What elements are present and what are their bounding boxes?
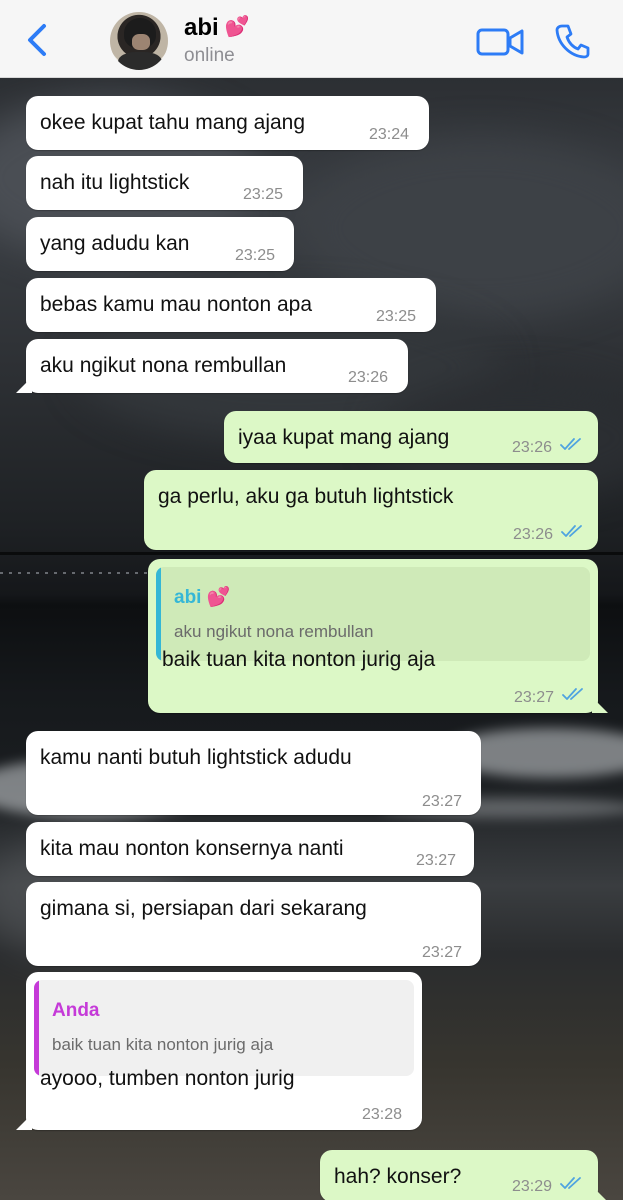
outgoing-message-bubble[interactable]: abi 💕 aku ngikut nona rembullan baik tuan … — [148, 559, 608, 713]
read-receipt-icon — [561, 525, 582, 537]
message-text: aku ngikut nona rembullan — [40, 354, 287, 377]
message-text: bebas kamu mau nonton apa — [40, 293, 313, 316]
message-text: yang adudu kan — [40, 232, 190, 255]
incoming-message-bubble[interactable]: bebas kamu mau nonton apa 23:25 — [26, 278, 436, 332]
contact-avatar[interactable] — [110, 12, 168, 70]
incoming-message-bubble[interactable]: kamu nanti butuh lightstick adudu 23:27 — [26, 731, 481, 815]
incoming-message-bubble[interactable]: kita mau nonton konsernya nanti 23:27 — [26, 822, 474, 876]
quote-accent-bar — [34, 980, 39, 1076]
outgoing-message-bubble[interactable]: hah? konser? 23:29 — [320, 1150, 608, 1200]
message-timestamp: 23:25 — [243, 186, 284, 203]
message-text: kita mau nonton konsernya nanti — [40, 837, 344, 860]
message-timestamp: 23:27 — [416, 852, 457, 869]
read-receipt-icon — [562, 688, 583, 700]
quote-text: aku ngikut nona rembullan — [174, 622, 374, 641]
heart-emoji: 💕 — [224, 16, 250, 38]
message-timestamp: 23:25 — [235, 247, 276, 264]
message-timestamp: 23:29 — [512, 1178, 553, 1195]
incoming-message-bubble[interactable]: yang adudu kan 23:25 — [26, 217, 294, 271]
contact-status: online — [184, 45, 235, 66]
incoming-message-bubble[interactable]: aku ngikut nona rembullan 23:26 — [16, 339, 408, 393]
incoming-message-bubble[interactable]: Anda baik tuan kita nonton jurig aja ayooo… — [16, 972, 422, 1130]
message-timestamp: 23:24 — [369, 126, 410, 143]
message-text: hah? konser? — [334, 1165, 462, 1188]
quote-text: baik tuan kita nonton jurig aja — [52, 1035, 274, 1054]
message-text: nah itu lightstick — [40, 171, 190, 194]
read-receipt-icon — [560, 438, 581, 450]
incoming-message-bubble[interactable]: nah itu lightstick 23:25 — [26, 156, 303, 210]
back-chevron-icon[interactable] — [22, 22, 52, 58]
message-timestamp: 23:25 — [376, 308, 417, 325]
incoming-message-bubble[interactable]: gimana si, persiapan dari sekarang 23:27 — [26, 882, 481, 966]
message-text: ga perlu, aku ga butuh lightstick — [158, 485, 454, 508]
read-receipt-icon — [560, 1177, 581, 1189]
message-timestamp: 23:26 — [348, 369, 389, 386]
message-text: kamu nanti butuh lightstick adudu — [40, 746, 352, 769]
message-text: ayooo, tumben nonton jurig — [40, 1067, 295, 1090]
quoted-reply[interactable]: Anda baik tuan kita nonton jurig aja — [34, 980, 414, 1076]
message-timestamp: 23:27 — [422, 944, 463, 961]
contact-name-text: abi — [184, 14, 219, 41]
phone-call-icon[interactable] — [554, 22, 590, 60]
message-text: baik tuan kita nonton jurig aja — [162, 648, 436, 671]
outgoing-message-bubble[interactable]: ga perlu, aku ga butuh lightstick 23:26 — [144, 470, 598, 550]
message-timestamp: 23:27 — [422, 793, 463, 810]
message-timestamp: 23:26 — [513, 526, 554, 543]
message-text: okee kupat tahu mang ajang — [40, 111, 306, 134]
message-text: gimana si, persiapan dari sekarang — [40, 897, 367, 920]
message-timestamp: 23:27 — [514, 689, 555, 706]
quote-accent-bar — [156, 567, 161, 661]
message-text: iyaa kupat mang ajang — [238, 426, 450, 449]
incoming-message-bubble[interactable]: okee kupat tahu mang ajang 23:24 — [26, 96, 429, 150]
message-timestamp: 23:26 — [512, 439, 553, 456]
video-call-icon[interactable] — [476, 26, 524, 58]
message-timestamp: 23:28 — [362, 1106, 403, 1123]
chat-header: abi 💕 online — [0, 0, 623, 78]
quote-author: Anda — [52, 1000, 100, 1021]
contact-name[interactable]: abi 💕 — [184, 14, 250, 42]
outgoing-message-bubble[interactable]: iyaa kupat mang ajang 23:26 — [224, 411, 598, 463]
quote-author: abi 💕 — [174, 587, 231, 608]
